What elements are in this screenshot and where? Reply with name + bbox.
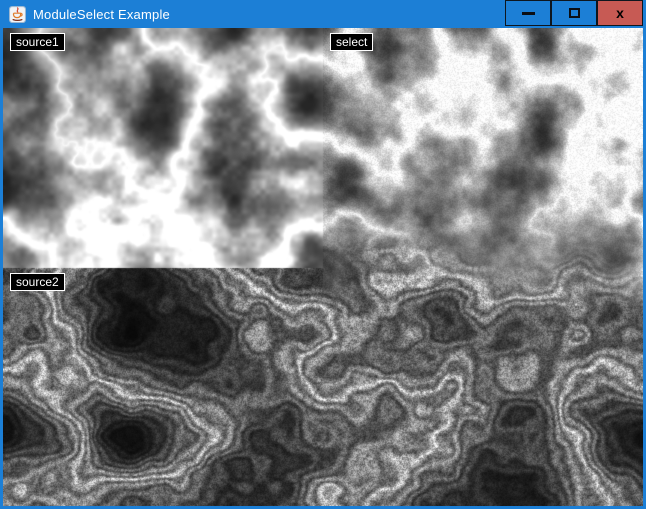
window-controls: x — [505, 0, 643, 26]
titlebar[interactable]: ModuleSelect Example x — [3, 0, 643, 28]
close-button[interactable]: x — [597, 0, 643, 26]
render-area: source1 select source2 — [3, 28, 643, 506]
window-title: ModuleSelect Example — [33, 7, 170, 22]
close-icon: x — [616, 6, 624, 20]
source2-label: source2 — [10, 273, 65, 291]
java-coffee-cup-icon — [9, 6, 26, 23]
minimize-icon — [522, 12, 535, 15]
select-label: select — [330, 33, 373, 51]
minimize-button[interactable] — [505, 0, 551, 26]
source1-label-text: source1 — [16, 35, 59, 49]
maximize-button[interactable] — [551, 0, 597, 26]
select-output-canvas — [3, 28, 643, 506]
source2-label-text: source2 — [16, 275, 59, 289]
application-window: ModuleSelect Example x source1 select so… — [0, 0, 646, 509]
maximize-icon — [569, 8, 580, 18]
source1-label: source1 — [10, 33, 65, 51]
select-label-text: select — [336, 35, 367, 49]
